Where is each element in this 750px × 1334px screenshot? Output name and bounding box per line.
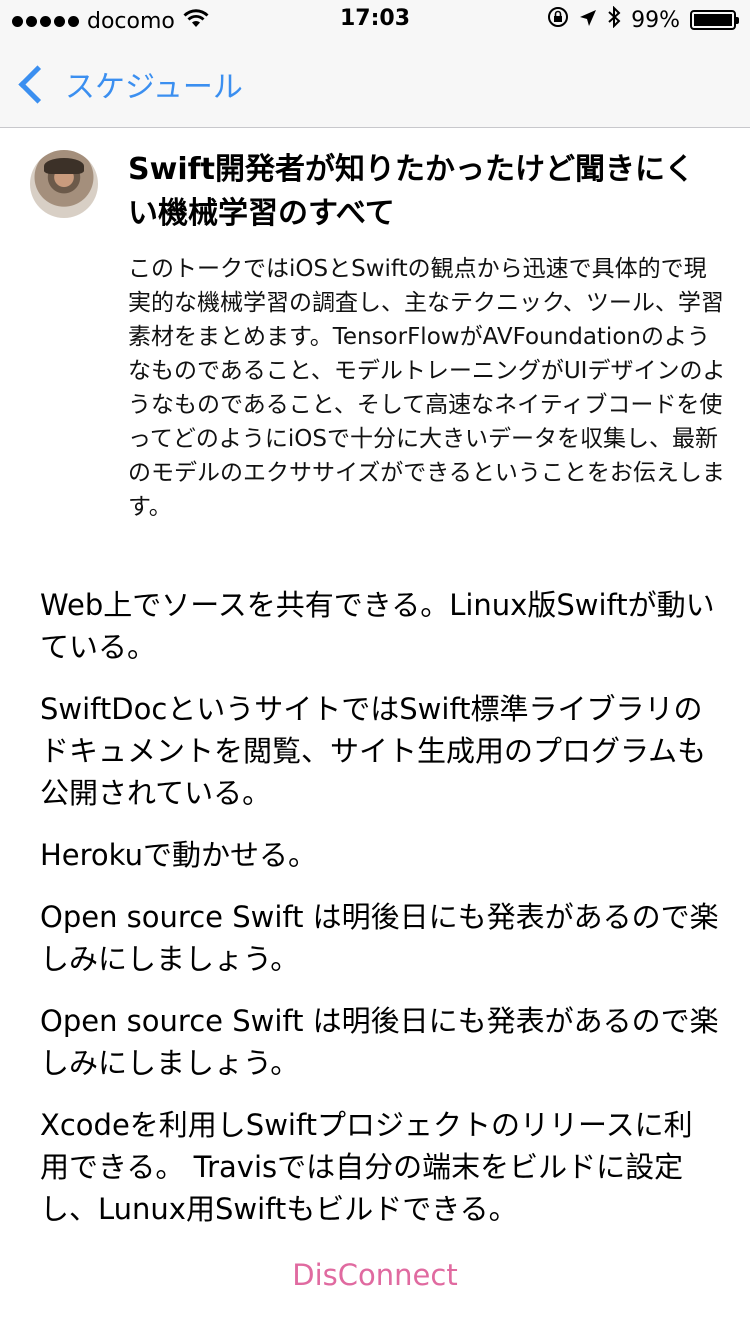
talk-title: Swift開発者が知りたかったけど聞きにくい機械学習のすべて [128, 152, 695, 231]
battery-icon [690, 10, 739, 30]
battery-level-fill [694, 14, 732, 26]
status-right: 99% [547, 5, 739, 34]
note-item: SwiftDocというサイトではSwift標準ライブラリのドキュメントを閲覧、サ… [40, 692, 707, 810]
back-button-label: スケジュール [65, 70, 243, 105]
back-button[interactable]: スケジュール [16, 62, 243, 106]
note-item: Herokuで動かせる。 [40, 838, 317, 872]
note-item: Xcodeを利用しSwiftプロジェクトのリリースに利用できる。 Travisで… [40, 1108, 693, 1226]
talk-description: このトークではiOSとSwiftの観点から迅速で具体的で現実的な機械学習の調査し… [128, 256, 726, 520]
location-arrow-icon [579, 8, 597, 33]
notes-list: Web上でソースを共有できる。Linux版Swiftが動いている。 SwiftD… [40, 584, 720, 1250]
chevron-left-icon [18, 64, 57, 104]
status-bar: docomo 17:03 99% [0, 0, 750, 40]
bluetooth-icon [607, 5, 621, 34]
disconnect-button[interactable]: DisConnect [0, 1258, 750, 1292]
note-item: Open source Swift は明後日にも発表があるので楽しみにしましょう… [40, 900, 719, 976]
note-item: Web上でソースを共有できる。Linux版Swiftが動いている。 [40, 588, 715, 664]
speaker-avatar [30, 150, 98, 218]
rotation-lock-icon [547, 6, 569, 34]
battery-percentage: 99% [631, 7, 680, 33]
navigation-bar: スケジュール [0, 40, 750, 128]
note-item: Open source Swift は明後日にも発表があるので楽しみにしましょう… [40, 1004, 719, 1080]
